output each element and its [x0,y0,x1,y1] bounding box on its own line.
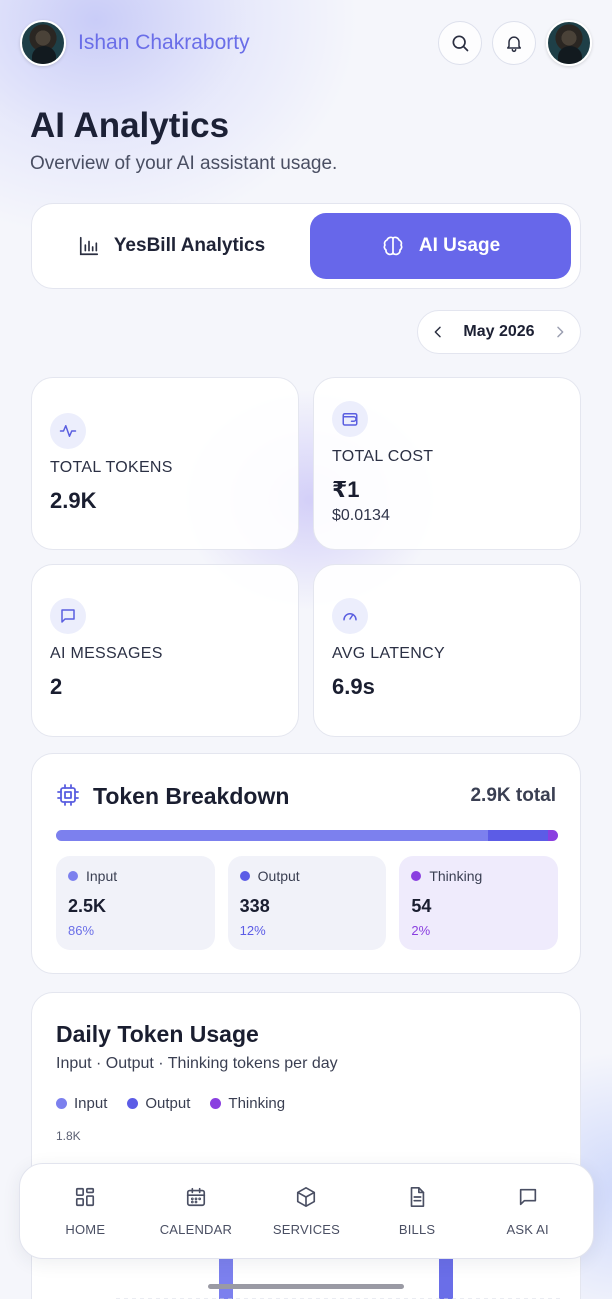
stat-value: 2.9K [50,488,97,513]
stat-label: AI MESSAGES [50,645,163,662]
tab-label: AI Usage [418,235,501,256]
stat-card-avg-latency: AVG LATENCY 6.9s [313,564,581,737]
activity-icon [50,413,86,449]
stat-label: AVG LATENCY [332,645,445,662]
bell-icon [507,36,521,53]
message-icon [50,598,86,634]
breakdown-title: Token Breakdown [93,783,290,809]
page-title: AI Analytics [30,106,230,145]
output-dot [239,871,250,881]
profile-avatar[interactable] [546,20,592,66]
gauge-icon [332,598,368,634]
page-subtitle: Overview of your AI assistant usage. [30,153,338,174]
breakdown-bar-output [487,830,548,841]
tile-name: Input [86,868,118,884]
tile-value: 54 [411,896,432,916]
tile-value: 338 [239,896,270,916]
top-bar: Ishan Chakraborty [20,20,592,66]
tile-percent: 86% [68,923,95,938]
tab-ai-usage[interactable]: AI Usage [310,213,571,279]
tile-name: Thinking [429,868,483,884]
input-dot [68,871,78,881]
calendar-icon [186,1187,205,1206]
search-button[interactable] [438,21,482,65]
thinking-dot [411,871,422,881]
brain-icon [383,236,403,256]
month-picker: May 2026 [417,310,581,354]
stat-card-ai-messages: AI MESSAGES 2 [31,564,299,737]
chevron-right-icon[interactable] [552,324,568,340]
nav-label: BILLS [398,1221,436,1237]
bottom-nav: HOME CALENDAR SERVICES BILLS ASK AI [19,1163,594,1259]
nav-label: ASK AI [506,1221,549,1237]
avatar[interactable] [20,20,66,66]
tile-thinking: Thinking 54 2% [399,856,559,950]
user-name: Ishan Chakraborty [78,31,250,54]
tile-input: Input 2.5K 86% [56,856,215,950]
home-icon [76,1187,95,1206]
tab-yesbill-analytics[interactable]: YesBill Analytics [41,213,302,279]
stat-value: 6.9s [332,674,375,699]
bar-chart-icon [79,236,98,256]
tile-percent: 2% [411,923,431,938]
chart-bar [219,1255,233,1299]
top-actions [438,20,592,66]
breakdown-tiles: Input 2.5K 86% Output 338 12% Thinking 5… [56,856,559,950]
nav-services[interactable]: SERVICES [256,1186,356,1237]
search-icon [452,35,469,52]
tab-label: YesBill Analytics [113,235,266,256]
nav-bills[interactable]: BILLS [367,1186,467,1237]
wallet-icon [332,401,368,437]
chevron-left-icon[interactable] [430,324,446,340]
chat-icon [519,1188,536,1205]
notifications-button[interactable] [492,21,536,65]
chart-bar [439,1255,453,1299]
nav-label: SERVICES [272,1221,341,1237]
stat-card-total-cost: TOTAL COST ₹1 $0.0134 [313,377,581,550]
tile-name: Output [257,868,300,884]
document-icon [410,1186,425,1207]
month-label: May 2026 [463,323,535,340]
breakdown-bar-input [56,830,488,841]
box-icon [297,1186,316,1207]
stat-value: ₹1 [332,477,360,502]
tile-value: 2.5K [68,896,107,916]
stat-subvalue: $0.0134 [332,507,390,524]
breakdown-total: 2.9K total [470,785,556,806]
nav-ask-ai[interactable]: ASK AI [478,1186,578,1237]
breakdown-bar [56,830,558,841]
analytics-tabs: YesBill Analytics AI Usage [31,203,581,289]
stat-value: 2 [50,674,63,699]
nav-calendar[interactable]: CALENDAR [146,1186,246,1237]
breakdown-bar-thinking [547,830,558,841]
home-indicator [208,1284,404,1289]
nav-home[interactable]: HOME [35,1186,135,1237]
nav-label: HOME [65,1221,106,1237]
token-breakdown-card: Token Breakdown 2.9K total Input 2.5K 86… [31,753,581,974]
cpu-icon [57,784,79,806]
tile-output: Output 338 12% [227,856,387,950]
nav-label: CALENDAR [159,1221,233,1237]
stat-card-total-tokens: TOTAL TOKENS 2.9K [31,377,299,550]
stat-label: TOTAL TOKENS [50,459,173,476]
tile-percent: 12% [239,923,266,938]
stat-label: TOTAL COST [332,448,434,465]
